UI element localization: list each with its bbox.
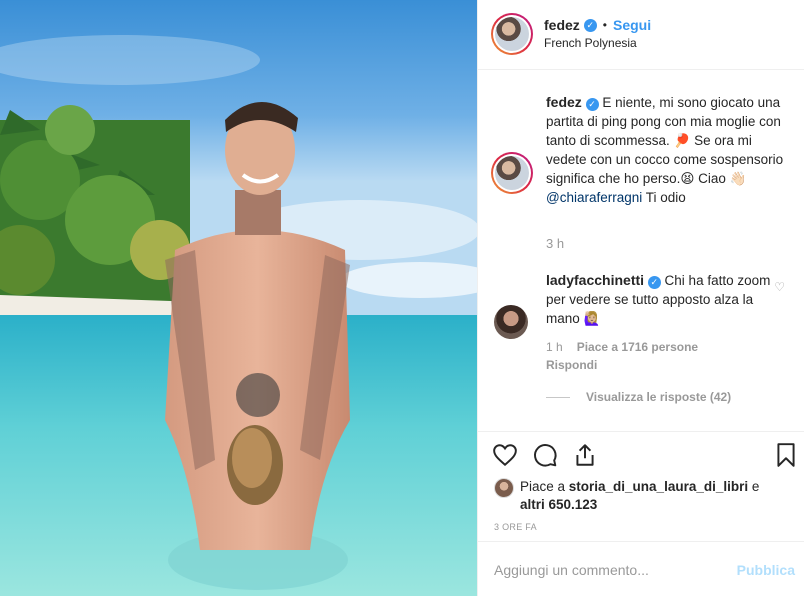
verified-badge-icon: ✓ bbox=[583, 18, 597, 32]
share-icon[interactable] bbox=[572, 442, 600, 470]
bookmark-icon[interactable] bbox=[773, 442, 801, 470]
caption-avatar[interactable] bbox=[491, 152, 533, 194]
comments-section: fedez ✓ E niente, mi sono giocato una pa… bbox=[478, 70, 804, 430]
view-replies-button[interactable]: Visualizza le risposte (42) bbox=[546, 390, 731, 404]
comment-like-heart-icon[interactable]: ♡ bbox=[774, 280, 785, 294]
comment-meta: 1 h Piace a 1716 persone bbox=[546, 340, 698, 354]
commenter-username[interactable]: ladyfacchinetti bbox=[546, 272, 644, 288]
post-side-panel: fedez ✓ • Segui French Polynesia fedez ✓… bbox=[477, 0, 804, 596]
author-avatar[interactable] bbox=[491, 13, 533, 55]
comment-time: 1 h bbox=[546, 340, 563, 354]
post-timestamp[interactable]: 3 ORE FA bbox=[494, 522, 537, 532]
author-line: fedez ✓ • Segui bbox=[544, 17, 651, 33]
like-heart-icon[interactable] bbox=[492, 442, 520, 470]
author-username[interactable]: fedez bbox=[544, 17, 580, 33]
comment-input[interactable] bbox=[494, 560, 724, 580]
likes-middle: e bbox=[748, 479, 760, 494]
post-image bbox=[0, 0, 477, 596]
publish-button[interactable]: Pubblica bbox=[737, 562, 795, 578]
view-replies-label: Visualizza le risposte (42) bbox=[586, 390, 732, 404]
comment-body: ladyfacchinetti ✓ Chi ha fatto zoom per … bbox=[546, 271, 771, 328]
post-photo[interactable] bbox=[0, 0, 477, 596]
comment-bubble-icon[interactable] bbox=[532, 442, 560, 470]
post-header: fedez ✓ • Segui French Polynesia bbox=[478, 0, 804, 70]
post-location[interactable]: French Polynesia bbox=[544, 36, 637, 50]
caption-time: 3 h bbox=[546, 236, 565, 251]
liker-username[interactable]: storia_di_una_laura_di_libri bbox=[569, 479, 748, 494]
likes-others[interactable]: altri 650.123 bbox=[520, 497, 597, 512]
add-comment-bar: Pubblica bbox=[478, 541, 804, 596]
replies-line-divider bbox=[546, 396, 570, 398]
caption-username[interactable]: fedez bbox=[546, 94, 582, 110]
palm-trees bbox=[0, 105, 190, 320]
post-caption: fedez ✓ E niente, mi sono giocato una pa… bbox=[546, 93, 791, 207]
post-actions: Piace a storia_di_una_laura_di_libri e a… bbox=[478, 431, 804, 541]
likes-prefix: Piace a bbox=[520, 479, 569, 494]
likes-text: Piace a storia_di_una_laura_di_libri e a… bbox=[520, 478, 774, 514]
separator-dot: • bbox=[602, 18, 607, 32]
caption-mention[interactable]: @chiaraferragni bbox=[546, 190, 642, 205]
commenter-avatar[interactable] bbox=[494, 305, 528, 339]
follow-button[interactable]: Segui bbox=[613, 17, 651, 33]
liker-avatar bbox=[494, 478, 514, 498]
caption-text: E niente, mi sono giocato una partita di… bbox=[546, 95, 784, 186]
reply-button[interactable]: Rispondi bbox=[546, 358, 597, 372]
verified-badge-icon: ✓ bbox=[585, 98, 599, 111]
likes-summary[interactable]: Piace a storia_di_una_laura_di_libri e a… bbox=[494, 478, 774, 514]
caption-tail: Ti odio bbox=[642, 190, 686, 205]
comment-likes-count[interactable]: Piace a 1716 persone bbox=[577, 340, 698, 354]
verified-badge-icon: ✓ bbox=[647, 276, 661, 289]
